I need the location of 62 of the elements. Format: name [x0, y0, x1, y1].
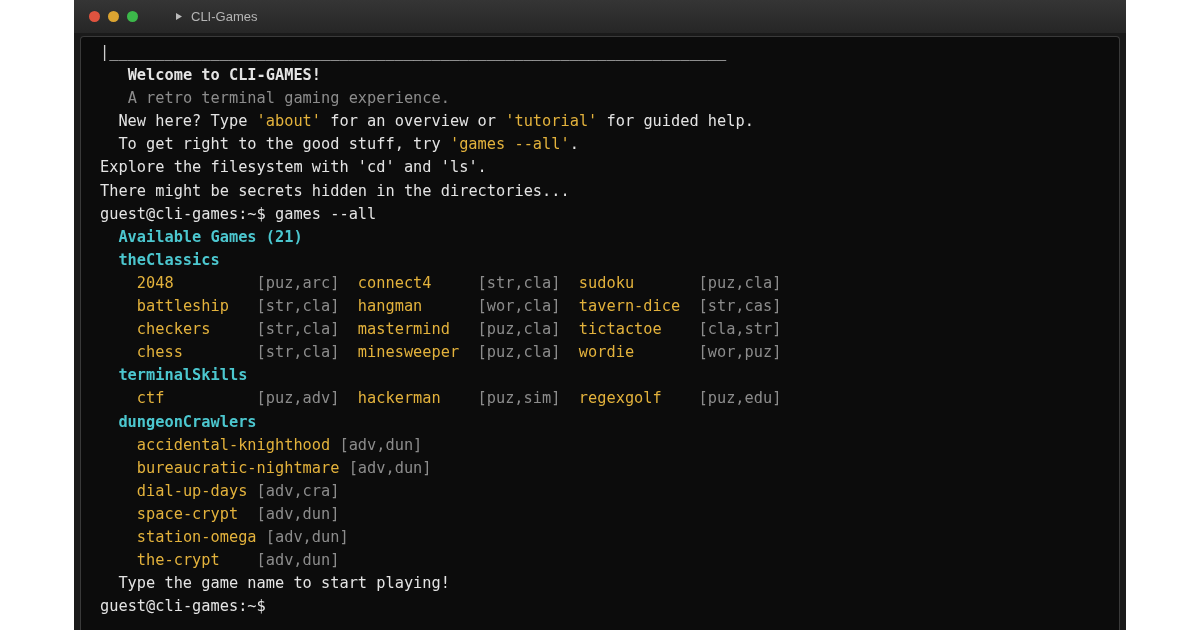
section-heading: Available Games (21)	[118, 226, 303, 248]
game-name[interactable]: minesweeper	[357, 341, 469, 365]
game-name[interactable]: tavern-dice	[578, 295, 690, 319]
game-tags: [str,cla]	[477, 271, 561, 296]
game-tags: [adv,dun]	[256, 549, 340, 573]
game-tags: [puz,edu]	[698, 387, 782, 411]
close-button[interactable]	[89, 11, 100, 22]
output-text: Explore the filesystem with 'cd' and 'ls'.	[100, 157, 487, 179]
shell-prompt: guest@cli-games:~$	[100, 596, 266, 618]
game-name[interactable]: hackerman	[357, 387, 469, 411]
section-heading: theClassics	[118, 249, 220, 271]
game-tags: [wor,cla]	[477, 295, 561, 319]
section-heading: terminalSkills	[118, 365, 248, 387]
output-text: Type the game name to start playing!	[118, 573, 450, 595]
game-tags: [adv,dun]	[348, 456, 432, 480]
game-tags: [puz,cla]	[698, 271, 782, 296]
welcome-title: Welcome to CLI-GAMES!	[127, 65, 322, 87]
game-tags: [puz,adv]	[256, 387, 340, 411]
game-tags: [puz,arc]	[256, 271, 340, 296]
game-name[interactable]: hangman	[357, 295, 469, 319]
game-tags: [adv,dun]	[256, 502, 340, 526]
game-name[interactable]: wordie	[578, 341, 690, 365]
game-name[interactable]: chess	[136, 341, 248, 365]
game-name[interactable]: mastermind	[357, 318, 469, 342]
hint-text: To get right to the good stuff, try 'games --all'.	[118, 134, 579, 156]
game-tags: [str,cla]	[256, 295, 340, 319]
game-tags: [str,cla]	[256, 318, 340, 342]
game-name[interactable]: battleship	[136, 295, 248, 319]
window-title: CLI-Games	[191, 9, 258, 24]
game-tags: [adv,cra]	[256, 479, 340, 503]
game-tags: [cla,str]	[698, 318, 782, 342]
game-name[interactable]: the-crypt	[136, 549, 248, 573]
game-name[interactable]: station-omega	[136, 525, 257, 550]
game-name[interactable]: accidental-knighthood	[136, 433, 331, 457]
game-tags: [str,cla]	[256, 341, 340, 365]
game-name[interactable]: sudoku	[578, 271, 690, 296]
game-name[interactable]: regexgolf	[578, 387, 690, 411]
game-tags: [puz,cla]	[477, 341, 561, 365]
game-name[interactable]: checkers	[136, 318, 248, 342]
hint-text: New here? Type 'about' for an overview or 'tutorial' for guided help.	[118, 111, 754, 133]
section-heading: dungeonCrawlers	[118, 411, 257, 433]
game-name[interactable]: space-crypt	[136, 502, 248, 526]
game-name[interactable]: ctf	[136, 387, 248, 411]
game-tags: [str,cas]	[698, 295, 782, 319]
game-tags: [wor,puz]	[698, 341, 782, 365]
output-text: There might be secrets hidden in the directories...	[100, 180, 570, 202]
game-name[interactable]: tictactoe	[578, 318, 690, 342]
game-tags: [puz,sim]	[477, 387, 561, 411]
game-name[interactable]: 2048	[136, 271, 248, 296]
tagline: A retro terminal gaming experience.	[127, 88, 450, 110]
game-name[interactable]: bureaucratic-nightmare	[136, 456, 340, 480]
maximize-button[interactable]	[127, 11, 138, 22]
game-tags: [puz,cla]	[477, 318, 561, 342]
game-name[interactable]: dial-up-days	[136, 479, 248, 503]
divider-line: |___________________________________________________________________	[100, 42, 727, 63]
game-name[interactable]: connect4	[357, 271, 469, 296]
command-text: games --all	[275, 203, 377, 225]
game-tags: [adv,dun]	[339, 433, 423, 457]
game-tags: [adv,dun]	[265, 525, 349, 550]
shell-prompt: guest@cli-games:~$	[100, 203, 266, 225]
minimize-button[interactable]	[108, 11, 119, 22]
triangle-icon	[176, 13, 182, 20]
